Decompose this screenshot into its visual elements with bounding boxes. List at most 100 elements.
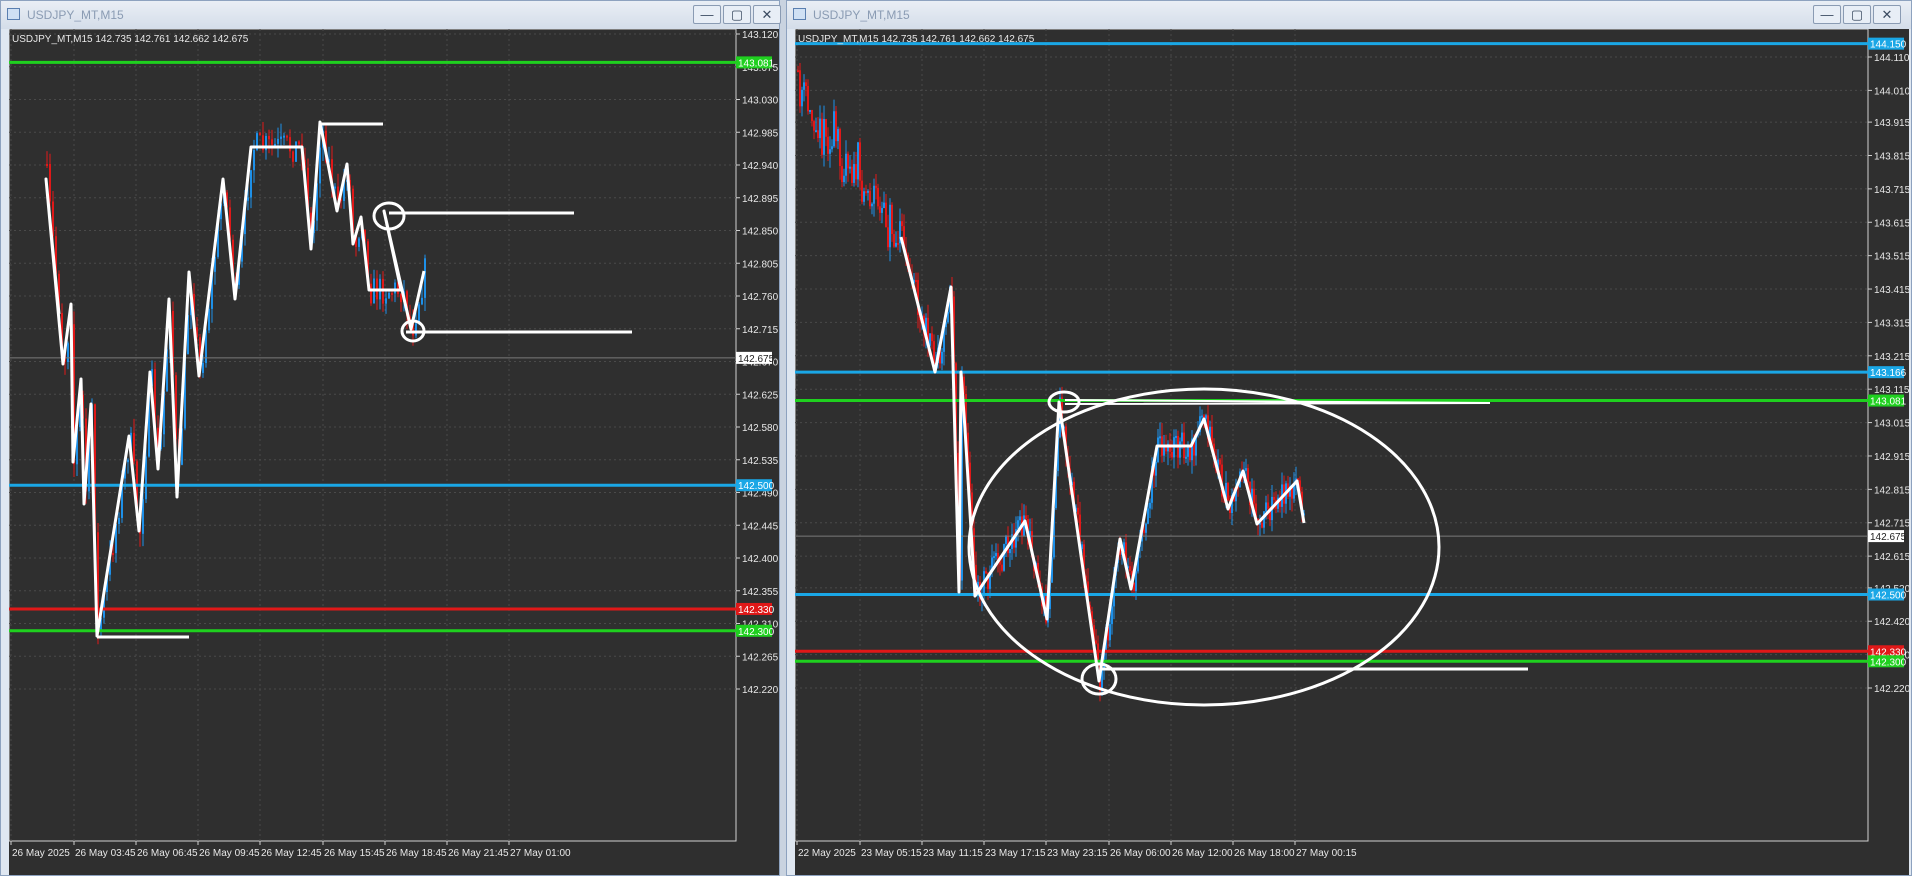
candle (1261, 522, 1263, 528)
price-chart[interactable]: 144.110 144.010 143.915 143.815 143.715 143.6… (795, 29, 1909, 875)
candle (1267, 502, 1269, 509)
y-tick-label: 143.115 (1874, 385, 1909, 396)
chart-window-left[interactable]: USDJPY_MT,M15 — ▢ ✕ 143.120143.075143.03… (0, 0, 781, 876)
current-price-label: 142.675 (738, 354, 775, 365)
drawn-trendline (44, 120, 426, 638)
candle (415, 323, 417, 336)
candle (1001, 564, 1003, 571)
maximize-button[interactable]: ▢ (1843, 5, 1871, 24)
candle (127, 459, 129, 463)
candle (259, 133, 261, 136)
candle (277, 138, 279, 144)
candle (250, 170, 252, 198)
candle (394, 282, 396, 294)
candle (1253, 488, 1255, 504)
candle (837, 129, 839, 142)
candle (901, 221, 903, 227)
x-tick-label: 27 May 00:15 (1296, 848, 1357, 859)
y-tick-label: 142.915 (1874, 452, 1909, 463)
candle (807, 85, 809, 112)
x-tick-label: 23 May 23:15 (1047, 848, 1108, 859)
y-tick-label: 142.815 (1874, 485, 1909, 496)
minimize-button[interactable]: — (1813, 5, 1841, 24)
y-tick-label: 142.615 (1874, 552, 1909, 563)
candle (873, 185, 875, 204)
candle (853, 164, 855, 183)
candle (49, 164, 51, 202)
candle (895, 242, 897, 247)
y-tick-label: 142.895 (742, 194, 779, 205)
x-tick-label: 26 May 06:00 (1110, 848, 1171, 859)
close-button[interactable]: ✕ (1873, 5, 1901, 24)
candle (334, 186, 336, 189)
maximize-button[interactable]: ▢ (723, 5, 751, 24)
chart-canvas[interactable]: 144.110 144.010 143.915 143.815 143.715 143.6… (795, 29, 1909, 875)
y-tick-label: 142.265 (742, 652, 779, 663)
candle (247, 197, 249, 201)
candle (298, 141, 300, 145)
candle (271, 139, 273, 145)
candle (985, 571, 987, 574)
candle (1003, 543, 1005, 571)
candle (289, 137, 291, 152)
chart-header: USDJPY_MT,M15 142.735 142.761 142.662 14… (798, 34, 1035, 45)
chart-window-right[interactable]: USDJPY_MT,M15 — ▢ ✕ 144.110 144.010 143.91… (786, 0, 1912, 876)
y-tick-label: 142.535 (742, 456, 779, 467)
price-level-label: 142.500 (738, 481, 775, 492)
candle (1149, 502, 1151, 509)
title-bar[interactable]: USDJPY_MT,M15 — ▢ ✕ (787, 1, 1911, 29)
x-tick-label: 26 May 18:00 (1234, 848, 1295, 859)
candle (1017, 520, 1019, 530)
y-tick-label: 142.220 (742, 685, 779, 696)
candle (1159, 436, 1161, 439)
candle (1227, 482, 1229, 501)
price-level-label: 143.081 (738, 58, 775, 69)
close-button[interactable]: ✕ (753, 5, 781, 24)
price-level-label: 144.150 (1870, 40, 1907, 51)
drawn-circle (967, 387, 1441, 707)
candle (1187, 447, 1189, 457)
candle (1143, 529, 1145, 533)
candle (857, 142, 859, 180)
minimize-button[interactable]: — (693, 5, 721, 24)
chart-canvas[interactable]: 143.120143.075143.030142.985142.940142.8… (9, 29, 779, 875)
x-tick-label: 26 May 09:45 (199, 848, 260, 859)
candle (421, 297, 423, 305)
candle (897, 242, 899, 245)
candle (1109, 624, 1111, 641)
y-tick-label: 143.030 (742, 96, 779, 107)
candle (855, 164, 857, 180)
candle (833, 111, 835, 147)
candle (370, 283, 372, 304)
candle (799, 70, 801, 107)
y-tick-label: 143.815 (1874, 151, 1909, 162)
candle (400, 293, 402, 303)
plot-area (9, 29, 737, 842)
y-tick-label: 142.355 (742, 587, 779, 598)
y-tick-label: 143.415 (1874, 285, 1909, 296)
drawn-circle (372, 201, 406, 231)
candle (1129, 566, 1131, 571)
y-tick-label: 144.110 (1874, 53, 1909, 64)
candle (1219, 459, 1221, 465)
candle (1005, 536, 1007, 544)
candle (835, 111, 837, 142)
candle (859, 142, 861, 181)
price-level-label: 143.166 (1870, 368, 1907, 379)
candle (811, 110, 813, 122)
candle (268, 136, 270, 140)
candle (831, 146, 833, 150)
candle (202, 362, 204, 373)
candle (1155, 461, 1157, 476)
price-level-label: 142.330 (738, 605, 775, 616)
y-tick-label: 143.215 (1874, 352, 1909, 363)
candle (815, 130, 817, 133)
price-chart[interactable]: 143.120143.075143.030142.985142.940142.8… (9, 29, 779, 875)
candle (133, 432, 135, 462)
x-tick-label: 23 May 05:15 (861, 848, 922, 859)
title-bar[interactable]: USDJPY_MT,M15 — ▢ ✕ (1, 1, 781, 29)
candle (1019, 516, 1021, 521)
candle (358, 238, 360, 247)
x-tick-label: 23 May 17:15 (985, 848, 1046, 859)
candle (292, 151, 294, 162)
